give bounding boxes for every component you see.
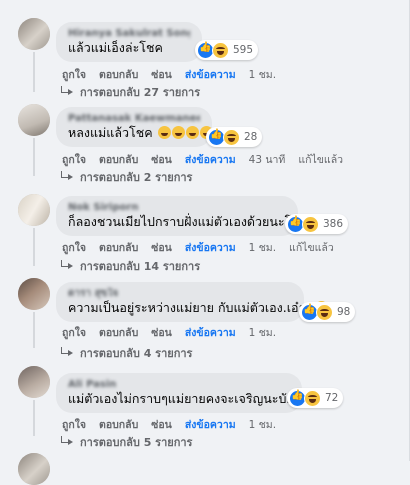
replies-count-label: การตอบกลับ 4 รายการ — [80, 347, 193, 360]
hide-button[interactable]: ซ่อน — [151, 324, 172, 341]
thread-line — [33, 52, 35, 92]
send-message-button[interactable]: ส่งข้อความ — [185, 151, 236, 168]
avatar[interactable] — [18, 366, 50, 398]
replies-count-label: การตอบกลับ 5 รายการ — [80, 436, 193, 449]
comment-text-body: หลงแม่แล้วโชค — [68, 125, 153, 140]
comment-author[interactable]: Nok Siriporn — [68, 202, 286, 214]
timestamp[interactable]: 1 ชม. — [249, 416, 276, 433]
view-replies-link[interactable]: การตอบกลับ 2 รายการ — [60, 168, 192, 186]
reaction-count: 386 — [323, 218, 344, 230]
comment-actions: ถูกใจ ตอบกลับ ซ่อน ส่งข้อความ 1 ชม. — [62, 324, 289, 341]
reply-button[interactable]: ตอบกลับ — [99, 416, 138, 433]
avatar[interactable] — [18, 278, 50, 310]
like-button[interactable]: ถูกใจ — [62, 239, 86, 256]
hide-button[interactable]: ซ่อน — [151, 151, 172, 168]
comment-bubble: Hiranya Sakulrat Songkhran แล้วแม่เอ็งล่… — [56, 22, 202, 62]
reaction-count: 595 — [233, 44, 254, 56]
hide-button[interactable]: ซ่อน — [151, 239, 172, 256]
reply-button[interactable]: ตอบกลับ — [99, 239, 138, 256]
like-button[interactable]: ถูกใจ — [62, 416, 86, 433]
like-button[interactable]: ถูกใจ — [62, 151, 86, 168]
comment-author[interactable]: Pattanasak Kaewmanee ปรีดา — [68, 113, 200, 125]
haha-reaction-icon — [223, 128, 240, 146]
reaction-count: 28 — [244, 131, 258, 143]
reply-arrow-icon — [60, 260, 74, 272]
reaction-summary[interactable]: 386 — [285, 214, 349, 234]
laughing-emoji-icon — [185, 126, 199, 139]
thread-line — [33, 228, 35, 266]
view-replies-link[interactable]: การตอบกลับ 5 รายการ — [60, 433, 192, 451]
thread-line — [33, 138, 35, 176]
reaction-summary[interactable]: 72 — [287, 388, 344, 408]
replies-count-label: การตอบกลับ 2 รายการ — [80, 171, 193, 184]
like-button[interactable]: ถูกใจ — [62, 66, 86, 83]
reply-arrow-icon — [60, 86, 74, 98]
send-message-button[interactable]: ส่งข้อความ — [185, 239, 236, 256]
comment-text: ความเป็นอยู่ระหว่างแม่ยาย กับแม่ตัวเอง.เ… — [68, 300, 328, 316]
view-replies-link[interactable]: การตอบกลับ 14 รายการ — [60, 257, 200, 275]
replies-count-label: การตอบกลับ 27 รายการ — [80, 86, 201, 99]
reply-button[interactable]: ตอบกลับ — [99, 324, 138, 341]
avatar[interactable] — [18, 194, 50, 226]
comment-actions: ถูกใจ ตอบกลับ ซ่อน ส่งข้อความ 1 ชม. — [62, 416, 289, 433]
laughing-emoji-icon — [171, 126, 185, 139]
reply-arrow-icon — [60, 171, 74, 183]
edited-label[interactable]: แก้ไขแล้ว — [289, 239, 334, 256]
thread-line — [33, 400, 35, 436]
haha-reaction-icon — [316, 303, 333, 321]
hide-button[interactable]: ซ่อน — [151, 66, 172, 83]
reaction-count: 98 — [337, 306, 351, 318]
timestamp[interactable]: 1 ชม. — [249, 66, 276, 83]
comment-text: ก็ลองชวนเมียไปกราบฝั่งแม่ตัวเองด้วยนะโชค — [68, 214, 309, 229]
comment-bubble: Nok Siriporn ก็ลองชวนเมียไปกราบฝั่งแม่ตั… — [56, 196, 309, 236]
avatar[interactable] — [18, 453, 50, 485]
like-button[interactable]: ถูกใจ — [62, 324, 86, 341]
thread-line — [33, 312, 35, 348]
avatar[interactable] — [18, 18, 50, 50]
view-replies-link[interactable]: การตอบกลับ 4 รายการ — [60, 344, 192, 362]
comment-text: แล้วแม่เอ็งล่ะโชค — [68, 40, 163, 55]
reaction-summary[interactable]: 595 — [195, 40, 259, 60]
reply-arrow-icon — [60, 347, 74, 359]
timestamp[interactable]: 1 ชม. — [249, 324, 276, 341]
comment-bubble: Ali Pasin แม่ตัวเองไม่กราบๆแม่ยายคงจะเจร… — [56, 373, 318, 413]
reaction-summary[interactable]: 28 — [206, 127, 263, 147]
comment-author[interactable]: Hiranya Sakulrat Songkhran — [68, 28, 190, 40]
comment-text: หลงแม่แล้วโชค — [68, 125, 213, 141]
timestamp[interactable]: 43 นาที — [249, 151, 286, 168]
comment-text: แม่ตัวเองไม่กราบๆแม่ยายคงจะเจริญนะบักโชค — [68, 391, 318, 406]
reply-arrow-icon — [60, 436, 74, 448]
replies-count-label: การตอบกลับ 14 รายการ — [80, 260, 201, 273]
haha-reaction-icon — [302, 215, 319, 233]
comment-actions: ถูกใจ ตอบกลับ ซ่อน ส่งข้อความ 1 ชม. แก้ไ… — [62, 239, 347, 256]
send-message-button[interactable]: ส่งข้อความ — [185, 66, 236, 83]
haha-reaction-icon — [212, 41, 229, 59]
haha-reaction-icon — [304, 389, 321, 407]
avatar[interactable] — [18, 104, 50, 136]
comment-text-body: ความเป็นอยู่ระหว่างแม่ยาย กับแม่ตัวเอง.เ… — [68, 300, 314, 315]
edited-label[interactable]: แก้ไขแล้ว — [298, 151, 343, 168]
hide-button[interactable]: ซ่อน — [151, 416, 172, 433]
view-replies-link[interactable]: การตอบกลับ 27 รายการ — [60, 83, 200, 101]
reaction-count: 72 — [325, 392, 339, 404]
reaction-summary[interactable]: 98 — [299, 302, 356, 322]
comment-actions: ถูกใจ ตอบกลับ ซ่อน ส่งข้อความ 1 ชม. — [62, 66, 289, 83]
send-message-button[interactable]: ส่งข้อความ — [185, 324, 236, 341]
reply-button[interactable]: ตอบกลับ — [99, 66, 138, 83]
timestamp[interactable]: 1 ชม. — [249, 239, 276, 256]
laughing-emoji-icon — [157, 126, 171, 139]
comment-author[interactable]: Ali Pasin — [68, 379, 290, 391]
comment-bubble: ดารา สุขใจ ความเป็นอยู่ระหว่างแม่ยาย กับ… — [56, 282, 328, 322]
comment-actions: ถูกใจ ตอบกลับ ซ่อน ส่งข้อความ 43 นาที แก… — [62, 151, 356, 168]
send-message-button[interactable]: ส่งข้อความ — [185, 416, 236, 433]
reply-button[interactable]: ตอบกลับ — [99, 151, 138, 168]
comment-bubble: Pattanasak Kaewmanee ปรีดา หลงแม่แล้วโชค — [56, 107, 213, 147]
comment-author[interactable]: ดารา สุขใจ — [68, 288, 292, 300]
